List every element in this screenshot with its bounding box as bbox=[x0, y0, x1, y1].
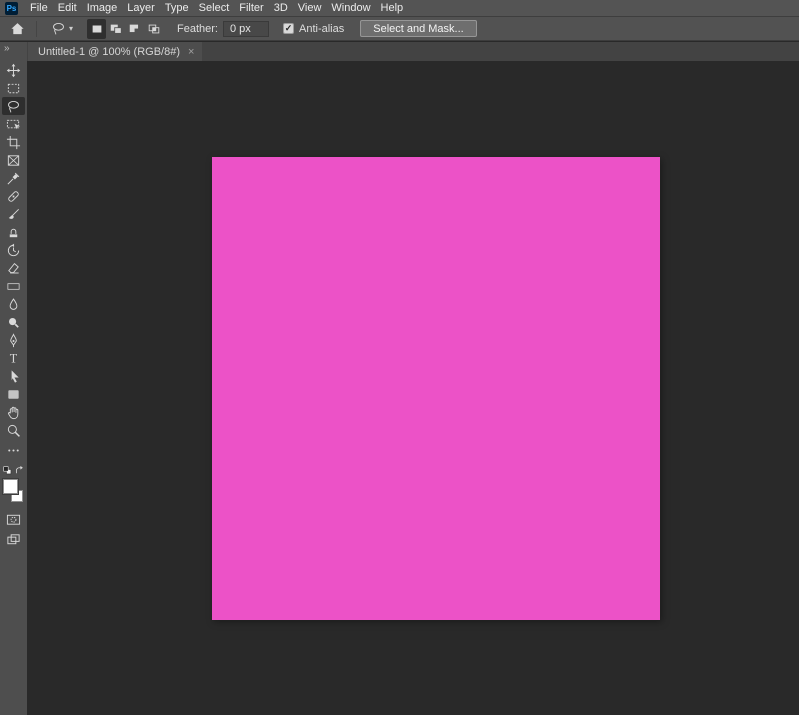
foreground-color-swatch[interactable] bbox=[3, 479, 18, 494]
lasso-icon bbox=[6, 99, 21, 114]
rectangle-icon bbox=[6, 387, 21, 402]
lasso-icon bbox=[51, 21, 66, 36]
new-selection-button[interactable] bbox=[87, 19, 106, 39]
menu-filter[interactable]: Filter bbox=[234, 0, 268, 17]
history-brush-tool[interactable] bbox=[2, 241, 25, 259]
anti-alias-checkbox[interactable]: ✓ bbox=[283, 23, 294, 34]
options-divider bbox=[36, 21, 37, 37]
document-canvas[interactable] bbox=[212, 157, 660, 620]
blur-tool[interactable] bbox=[2, 295, 25, 313]
move-icon bbox=[6, 63, 21, 78]
intersect-selection-icon bbox=[147, 22, 161, 36]
rectangular-marquee-tool[interactable] bbox=[2, 79, 25, 97]
chevron-down-icon: ▾ bbox=[69, 24, 73, 33]
move-tool[interactable] bbox=[2, 61, 25, 79]
default-colors-icon[interactable] bbox=[2, 465, 13, 476]
select-and-mask-button[interactable]: Select and Mask... bbox=[360, 20, 477, 37]
eraser-icon bbox=[6, 261, 21, 276]
crop-icon bbox=[6, 135, 21, 150]
type-tool[interactable] bbox=[2, 349, 25, 367]
menu-file[interactable]: File bbox=[25, 0, 53, 17]
color-swatches bbox=[0, 478, 27, 508]
brush-icon bbox=[6, 207, 21, 222]
tool-preset-picker[interactable]: ▾ bbox=[51, 19, 73, 39]
dodge-icon bbox=[6, 315, 21, 330]
quick-mask-icon bbox=[6, 512, 21, 527]
anti-alias-label: Anti-alias bbox=[299, 23, 344, 35]
frame-icon bbox=[6, 153, 21, 168]
selection-mode-group bbox=[87, 19, 163, 39]
rectangle-tool[interactable] bbox=[2, 385, 25, 403]
menu-select[interactable]: Select bbox=[194, 0, 235, 17]
screen-mode-icon bbox=[6, 532, 21, 547]
lasso-tool[interactable] bbox=[2, 97, 25, 115]
document-tab-title: Untitled-1 @ 100% (RGB/8#) bbox=[38, 46, 180, 58]
eyedropper-icon bbox=[6, 171, 21, 186]
document-tab[interactable]: Untitled-1 @ 100% (RGB/8#) × bbox=[28, 42, 202, 61]
tool-list bbox=[0, 61, 27, 439]
gradient-icon bbox=[6, 279, 21, 294]
hand-tool[interactable] bbox=[2, 403, 25, 421]
options-bar: ▾ Feather: ✓ Anti-alias Select and Mask.… bbox=[0, 17, 799, 41]
add-to-selection-button[interactable] bbox=[106, 19, 125, 39]
pen-icon bbox=[6, 333, 21, 348]
screen-mode-button[interactable] bbox=[2, 530, 25, 548]
dodge-tool[interactable] bbox=[2, 313, 25, 331]
menu-view[interactable]: View bbox=[293, 0, 327, 17]
home-button[interactable] bbox=[6, 19, 28, 39]
clone-stamp-tool[interactable] bbox=[2, 223, 25, 241]
frame-tool[interactable] bbox=[2, 151, 25, 169]
object-selection-icon bbox=[6, 117, 21, 132]
menu-help[interactable]: Help bbox=[376, 0, 409, 17]
object-selection-tool[interactable] bbox=[2, 115, 25, 133]
photoshop-logo: Ps bbox=[5, 2, 18, 15]
marquee-icon bbox=[6, 81, 21, 96]
type-icon bbox=[6, 351, 21, 366]
menu-items: FileEditImageLayerTypeSelectFilter3DView… bbox=[25, 0, 408, 17]
menu-edit[interactable]: Edit bbox=[53, 0, 82, 17]
intersect-selection-button[interactable] bbox=[144, 19, 163, 39]
pen-tool[interactable] bbox=[2, 331, 25, 349]
subtract-from-selection-button[interactable] bbox=[125, 19, 144, 39]
path-selection-icon bbox=[6, 369, 21, 384]
spot-healing-brush-tool[interactable] bbox=[2, 187, 25, 205]
path-selection-tool[interactable] bbox=[2, 367, 25, 385]
subtract-from-selection-icon bbox=[128, 22, 142, 36]
ellipsis-icon bbox=[6, 443, 21, 458]
menu-layer[interactable]: Layer bbox=[122, 0, 160, 17]
hand-icon bbox=[6, 405, 21, 420]
feather-label: Feather: bbox=[177, 23, 218, 35]
clone-stamp-icon bbox=[6, 225, 21, 240]
eraser-tool[interactable] bbox=[2, 259, 25, 277]
zoom-tool[interactable] bbox=[2, 421, 25, 439]
edit-toolbar-button[interactable] bbox=[2, 441, 25, 459]
crop-tool[interactable] bbox=[2, 133, 25, 151]
document-tab-bar: Untitled-1 @ 100% (RGB/8#) × bbox=[27, 42, 799, 61]
brush-tool[interactable] bbox=[2, 205, 25, 223]
menu-window[interactable]: Window bbox=[326, 0, 375, 17]
blur-icon bbox=[6, 297, 21, 312]
gradient-tool[interactable] bbox=[2, 277, 25, 295]
zoom-icon bbox=[6, 423, 21, 438]
photoshop-window: Ps FileEditImageLayerTypeSelectFilter3DV… bbox=[0, 0, 799, 715]
quick-mask-button[interactable] bbox=[2, 510, 25, 528]
healing-brush-icon bbox=[6, 189, 21, 204]
close-tab-icon[interactable]: × bbox=[188, 46, 194, 58]
tools-panel: » bbox=[0, 42, 27, 715]
menu-bar: Ps FileEditImageLayerTypeSelectFilter3DV… bbox=[0, 0, 799, 17]
workspace bbox=[27, 61, 799, 715]
menu-image[interactable]: Image bbox=[82, 0, 123, 17]
add-to-selection-icon bbox=[109, 22, 123, 36]
toolbar-collapse-chevrons[interactable]: » bbox=[0, 42, 27, 61]
menu-3d[interactable]: 3D bbox=[269, 0, 293, 17]
menu-type[interactable]: Type bbox=[160, 0, 194, 17]
eyedropper-tool[interactable] bbox=[2, 169, 25, 187]
history-brush-icon bbox=[6, 243, 21, 258]
swap-colors-icon[interactable] bbox=[14, 465, 25, 476]
color-control-row bbox=[0, 465, 27, 476]
new-selection-icon bbox=[90, 22, 104, 36]
feather-input[interactable] bbox=[223, 21, 269, 37]
